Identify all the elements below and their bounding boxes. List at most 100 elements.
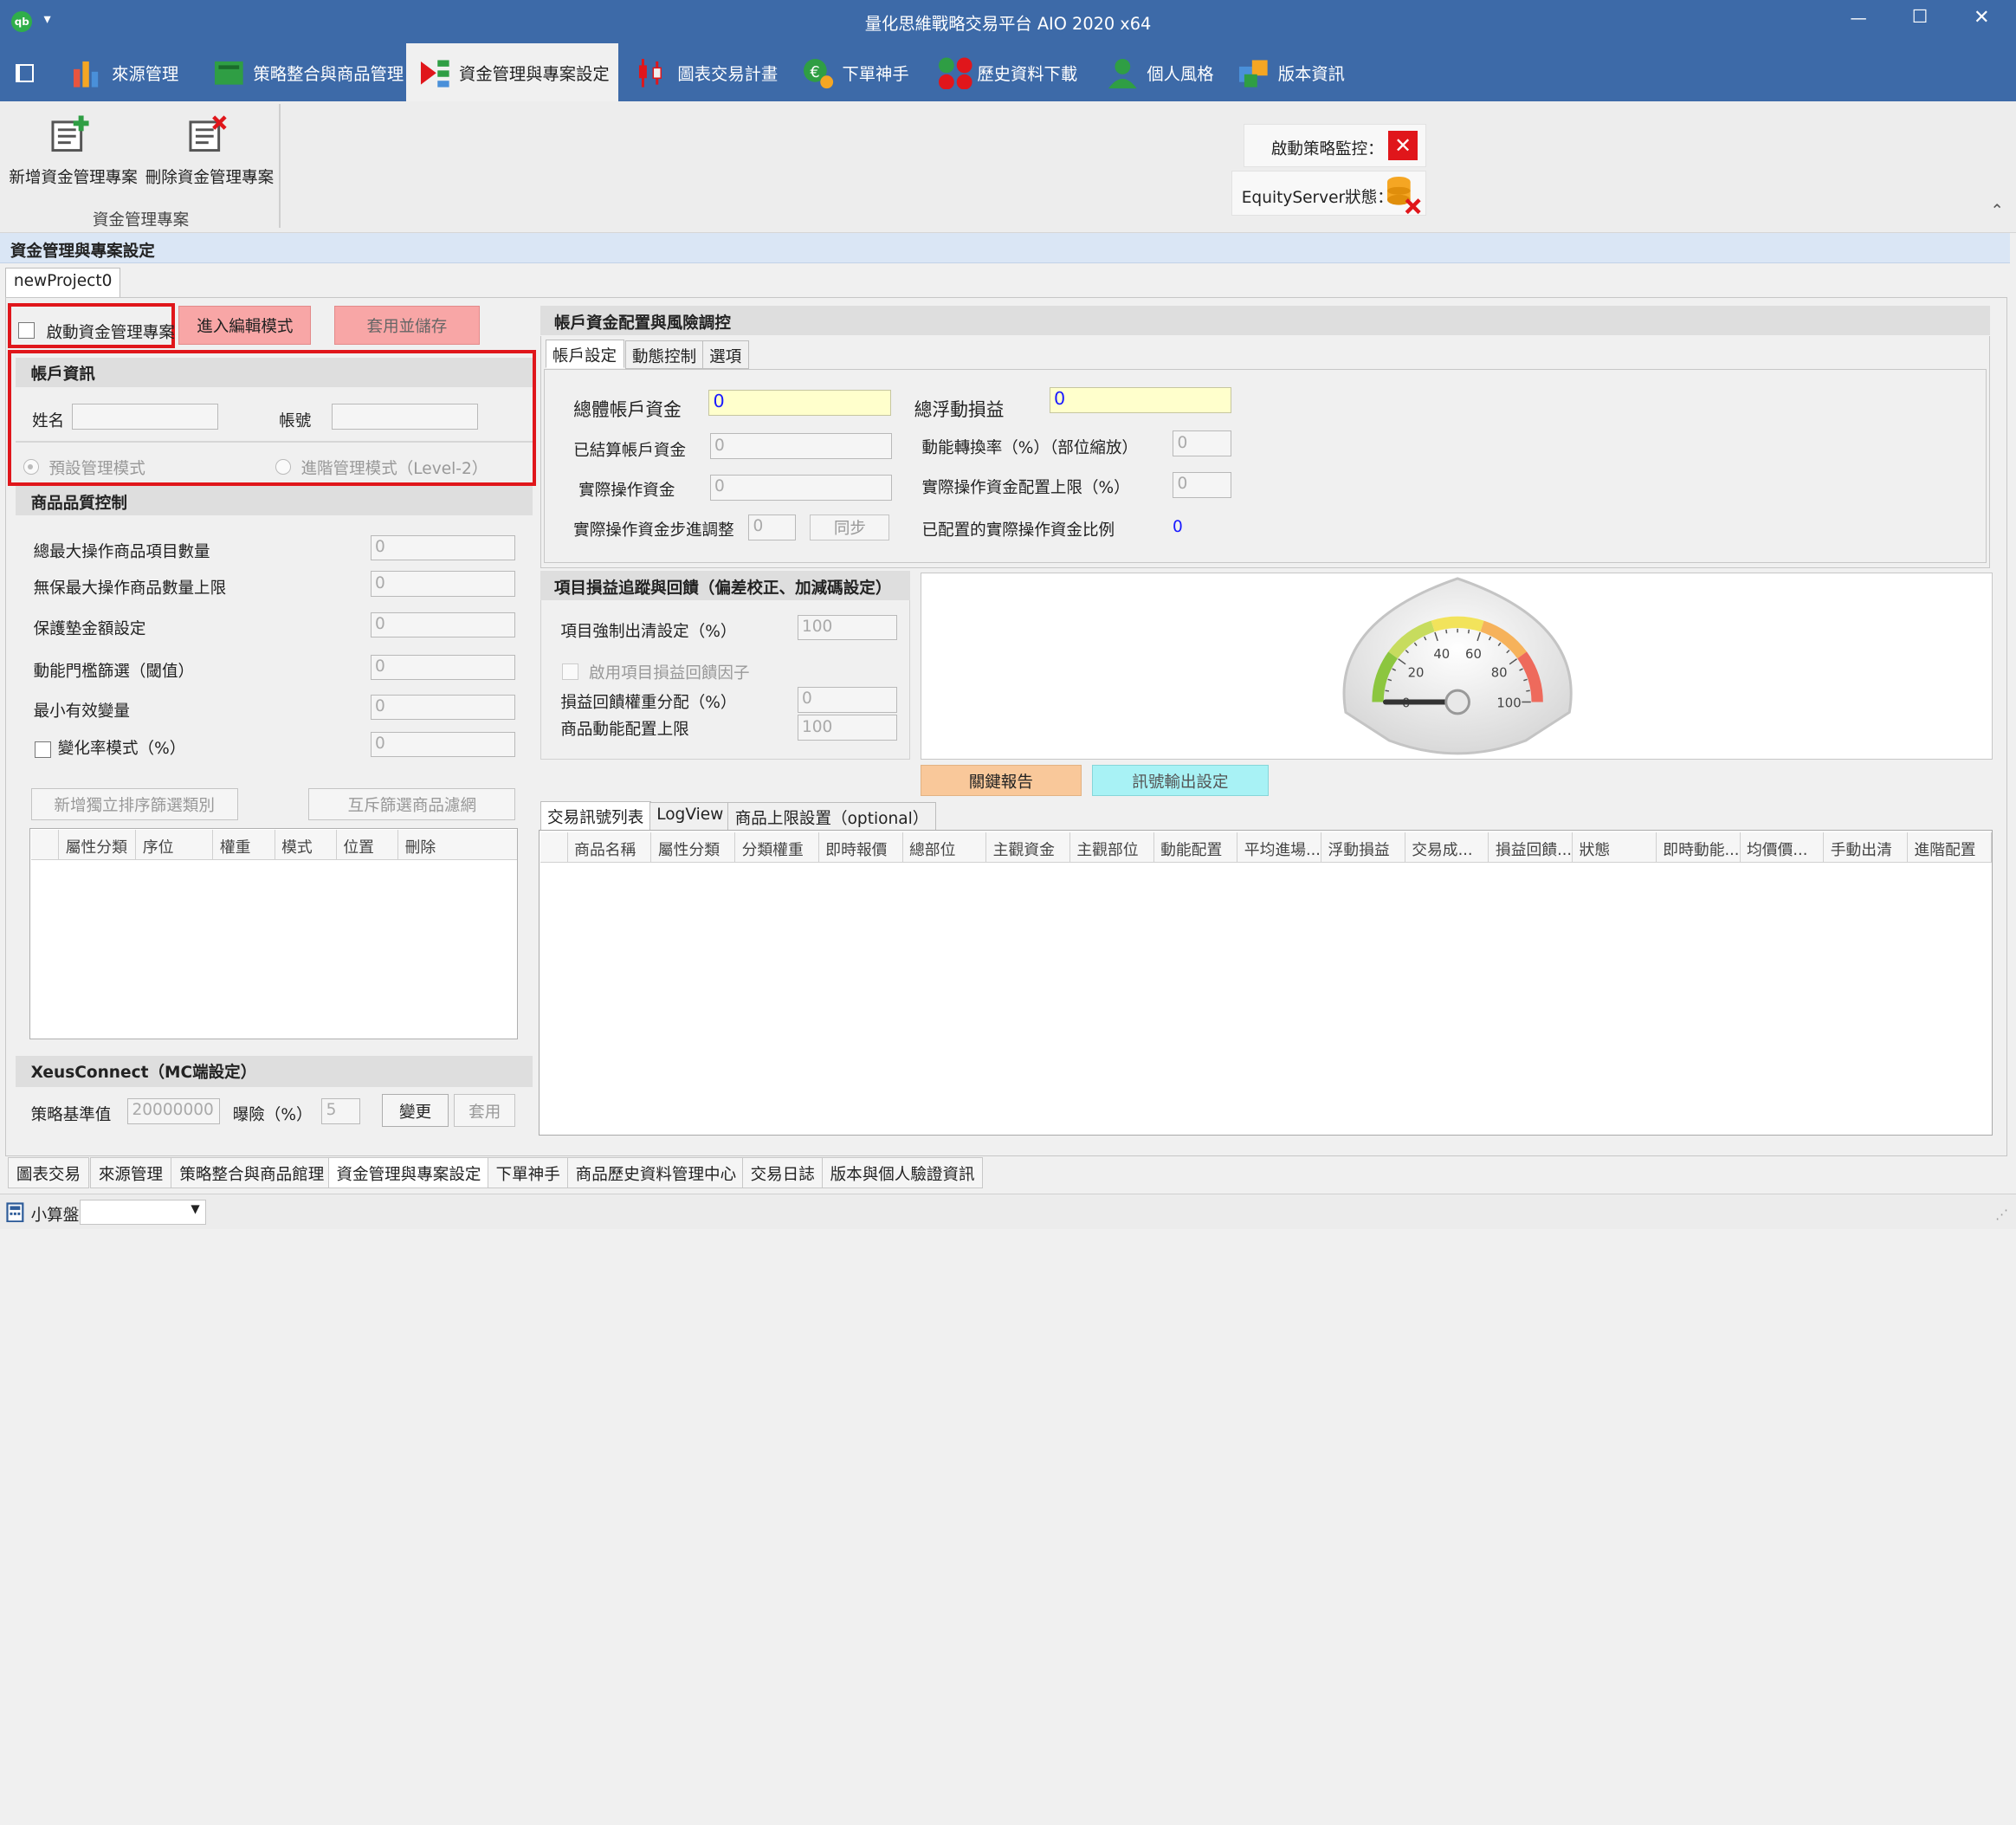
account-input[interactable]	[332, 404, 479, 430]
column-header[interactable]: 交易成...	[1405, 832, 1489, 863]
xeus-apply-button[interactable]: 套用	[454, 1094, 516, 1127]
delete-project-button[interactable]: 刪除資金管理專案	[141, 112, 275, 189]
apply-save-button[interactable]: 套用並儲存	[334, 306, 480, 345]
bottom-tab[interactable]: 資金管理與專案設定	[327, 1157, 490, 1188]
column-header[interactable]: 即時動能...	[1657, 832, 1741, 863]
column-header[interactable]: 分類權重	[735, 832, 819, 863]
tab-account-settings[interactable]: 帳戶設定	[545, 339, 624, 368]
quality-row-label: 最小有效變量	[33, 702, 130, 722]
column-header[interactable]: 損益回饋...	[1489, 832, 1573, 863]
quality-row-input[interactable]: 0	[370, 731, 516, 758]
force-close-input[interactable]: 100	[797, 614, 898, 641]
bottom-tab[interactable]: 商品歷史資料管理中心	[566, 1157, 746, 1188]
bottom-tab[interactable]: 來源管理	[89, 1157, 171, 1188]
tab-chart-trading-plan[interactable]: 圖表交易計畫	[636, 43, 778, 101]
default-mode-radio[interactable]: 預設管理模式	[23, 451, 145, 480]
column-header[interactable]: 手動出清	[1824, 832, 1908, 863]
tab-history-download[interactable]: 歷史資料下載	[936, 43, 1077, 101]
capital-cap-input[interactable]: 0	[1173, 471, 1232, 498]
tab-product-limits[interactable]: 商品上限設置（optional）	[727, 802, 936, 832]
tab-version-info[interactable]: 版本資訊	[1237, 43, 1345, 101]
person-icon	[1106, 56, 1140, 90]
add-project-button[interactable]: 新增資金管理專案	[5, 112, 139, 189]
close-icon[interactable]: ✕	[1387, 130, 1418, 161]
sync-button[interactable]: 同步	[810, 514, 890, 540]
column-header[interactable]: 總部位	[903, 832, 987, 863]
key-report-button[interactable]: 關鍵報告	[921, 765, 1082, 797]
quality-row-input[interactable]: 0	[370, 534, 516, 561]
column-header[interactable]: 商品名稱	[568, 832, 652, 863]
edit-mode-button[interactable]: 進入編輯模式	[178, 306, 312, 345]
gauge-tick-label: 40	[1433, 647, 1450, 662]
settled-capital-input[interactable]: 0	[709, 433, 893, 460]
feedback-weight-input[interactable]: 0	[797, 686, 898, 713]
tab-capital-management[interactable]: 資金管理與專案設定	[406, 43, 619, 102]
add-sort-category-button[interactable]: 新增獨立排序篩選類別	[30, 788, 238, 821]
resize-grip-icon[interactable]: ⋰	[1995, 1207, 2008, 1222]
column-header[interactable]: 進階配置	[1908, 832, 1992, 863]
quality-row-input[interactable]: 0	[370, 694, 516, 721]
column-header[interactable]: 序位	[136, 829, 214, 860]
column-header[interactable]: 浮動損益	[1321, 832, 1405, 863]
column-header[interactable]: 主觀資金	[986, 832, 1070, 863]
xeus-header: XeusConnect（MC端設定）	[15, 1055, 533, 1087]
momentum-rate-input[interactable]: 0	[1173, 430, 1232, 457]
column-header[interactable]: 屬性分類	[651, 832, 736, 863]
column-header[interactable]: 刪除	[398, 830, 475, 860]
column-header[interactable]: 主觀部位	[1070, 832, 1154, 863]
close-window-button[interactable]: ✕	[1974, 6, 1990, 29]
feedback-factor-checkbox[interactable]: 啟用項目損益回饋因子	[561, 656, 750, 684]
bottom-tab[interactable]: 策略整合與商品館理	[171, 1157, 333, 1188]
actual-capital-input[interactable]: 0	[709, 474, 893, 501]
calculator-dropdown[interactable]: ▼	[80, 1199, 206, 1226]
tab-source-management[interactable]: 來源管理	[71, 43, 178, 101]
total-capital-input[interactable]: 0	[708, 389, 891, 416]
mutex-filter-button[interactable]: 互斥篩選商品濾網	[308, 788, 516, 821]
tab-logview[interactable]: LogView	[649, 802, 731, 832]
column-header[interactable]: 動能配置	[1154, 832, 1238, 863]
advanced-mode-radio[interactable]: 進階管理模式（Level-2）	[275, 451, 488, 480]
column-header[interactable]: 模式	[275, 829, 337, 860]
bottom-tab[interactable]: 交易日誌	[741, 1157, 824, 1188]
bottom-tab[interactable]: 版本與個人驗證資訊	[821, 1157, 984, 1188]
column-header[interactable]: 平均進場...	[1237, 832, 1322, 863]
float-pnl-input[interactable]: 0	[1049, 386, 1232, 413]
quality-row-input[interactable]: 0	[370, 612, 516, 638]
tab-personal-style[interactable]: 個人風格	[1106, 43, 1214, 101]
minimize-button[interactable]: —	[1850, 8, 1866, 28]
tab-dynamic-control[interactable]: 動態控制	[624, 340, 704, 370]
tab-strategy-integration[interactable]: 策略整合與商品管理	[212, 43, 404, 101]
column-header[interactable]: 即時報價	[819, 832, 903, 863]
tab-signal-list[interactable]: 交易訊號列表	[540, 800, 651, 832]
signal-output-button[interactable]: 訊號輸出設定	[1091, 765, 1270, 797]
enable-checkbox[interactable]: 啟動資金管理專案	[17, 315, 175, 344]
tab-project[interactable]: newProject0	[4, 267, 121, 299]
column-header[interactable]: 均價價...	[1741, 832, 1825, 863]
change-button[interactable]: 變更	[381, 1094, 449, 1127]
quality-row-input[interactable]: 0	[370, 654, 516, 681]
column-header[interactable]: 狀態	[1573, 832, 1657, 863]
column-header[interactable]: 權重	[213, 829, 275, 860]
collapse-ribbon-icon[interactable]: ⌃	[1990, 202, 2004, 220]
window-title: 量化思維戰略交易平台 AIO 2020 x64	[864, 13, 1152, 34]
name-input[interactable]	[72, 404, 219, 430]
column-header[interactable]: 屬性分類	[59, 829, 137, 860]
step-adjust-input[interactable]: 0	[748, 514, 797, 540]
bottom-tab[interactable]: 圖表交易	[7, 1157, 89, 1188]
bar-chart-icon	[71, 56, 105, 90]
quality-row-input[interactable]: 0	[370, 571, 516, 597]
column-header[interactable]: 位置	[337, 829, 399, 860]
bottom-tab[interactable]: 下單神手	[487, 1157, 569, 1188]
svg-text:€: €	[810, 62, 819, 81]
exposure-input[interactable]: 5	[321, 1097, 360, 1124]
file-menu-icon[interactable]	[15, 64, 34, 82]
gauge-hub	[1444, 689, 1470, 715]
rate-mode-checkbox[interactable]	[35, 735, 53, 759]
product-cap-input[interactable]: 100	[797, 715, 898, 741]
base-value-input[interactable]: 20000000	[126, 1097, 220, 1124]
tab-options[interactable]: 選項	[701, 340, 749, 370]
maximize-button[interactable]: ☐	[1912, 6, 1929, 27]
radio-dot	[23, 459, 39, 476]
tab-order-master[interactable]: € 下單神手	[801, 43, 909, 101]
flow-icon	[418, 56, 452, 90]
